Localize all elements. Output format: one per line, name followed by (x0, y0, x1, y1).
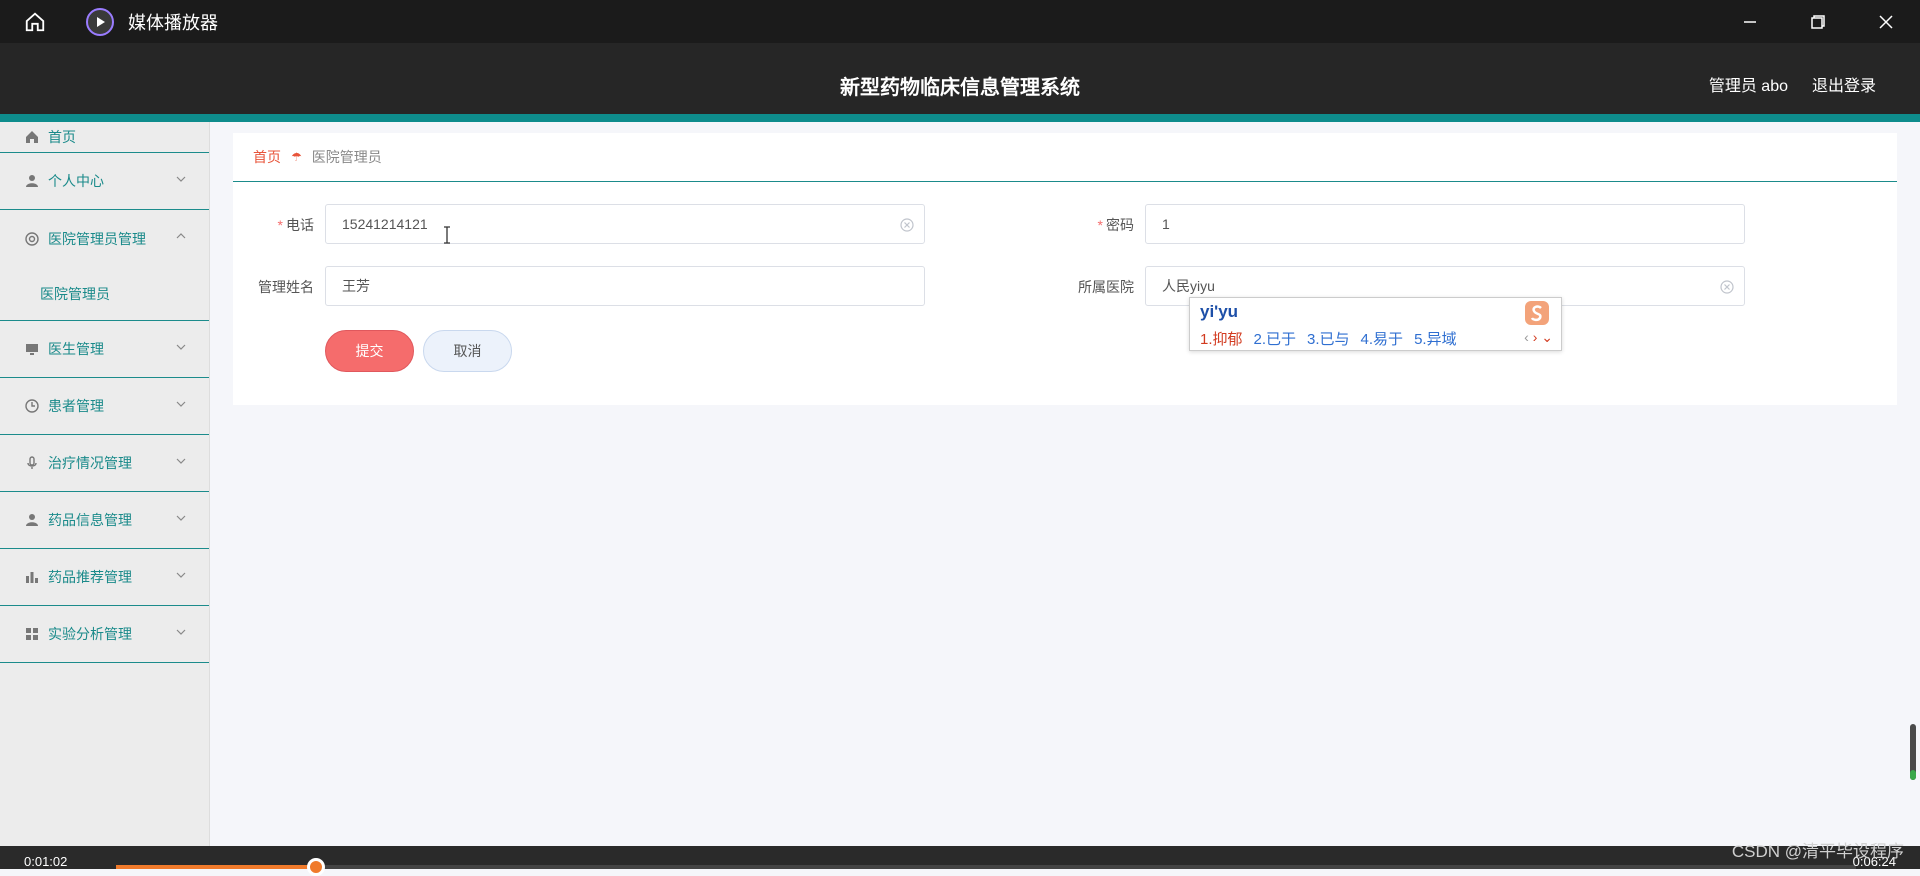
ime-candidate[interactable]: 3.已与 (1307, 331, 1350, 348)
app-title: 新型药物临床信息管理系统 (840, 77, 1080, 99)
sidebar-item-treatment-management[interactable]: 治疗情况管理 (0, 435, 209, 492)
chevron-down-icon (176, 629, 186, 635)
progress-track[interactable] (116, 858, 1856, 876)
ime-candidate-popup: yi'yu 1.抑郁 2.已于 3.已与 4.易于 5.异域 ‹ › ⌄ (1189, 297, 1562, 351)
current-time: 0:01:02 (24, 854, 68, 869)
window-controls (1716, 0, 1920, 43)
sidebar-item-doctor-management[interactable]: 医生管理 (0, 321, 209, 378)
current-user: 管理员 abo (1708, 78, 1788, 95)
restore-button[interactable] (1784, 0, 1852, 43)
lifebuoy-icon (24, 231, 40, 247)
player-logo-icon (86, 7, 114, 36)
breadcrumb: 首页 ☂ 医院管理员 (233, 133, 1897, 182)
sidebar: 首页 个人中心 医院管理员管理 医院管理员 医生管理 患者管理 治疗情况管理 药… (0, 122, 210, 846)
sidebar-item-label: 医生管理 (48, 341, 104, 357)
sidebar-item-experiment-analysis-management[interactable]: 实验分析管理 (0, 606, 209, 663)
sidebar-item-hospital-admin-management[interactable]: 医院管理员管理 (0, 210, 209, 267)
home-button[interactable] (0, 0, 70, 43)
header-accent-line (0, 114, 1920, 122)
monitor-icon (24, 341, 40, 357)
clock-icon (24, 398, 40, 414)
password-value: 1 (1162, 216, 1170, 232)
text-cursor-icon (444, 226, 450, 244)
name-value: 王芳 (342, 278, 370, 294)
progress-knob[interactable] (307, 858, 326, 876)
submit-button[interactable]: 提交 (325, 330, 414, 372)
chevron-down-icon (176, 515, 186, 521)
close-button[interactable] (1852, 0, 1920, 43)
chevron-down-icon (176, 344, 186, 350)
name-label: 管理姓名 (258, 279, 314, 295)
password-input[interactable]: 1 (1145, 204, 1745, 244)
phone-input[interactable]: 15241214121 (325, 204, 925, 244)
chevron-right-icon[interactable]: › (1533, 329, 1538, 345)
chevron-left-icon[interactable]: ‹ (1524, 329, 1529, 345)
sidebar-item-home[interactable]: 首页 (0, 122, 209, 153)
user-icon (24, 512, 40, 528)
ime-candidate[interactable]: 4.易于 (1361, 331, 1404, 348)
home-icon (25, 12, 45, 31)
microphone-icon (24, 455, 40, 471)
sidebar-subitem-label: 医院管理员 (40, 285, 110, 302)
minimize-icon (1744, 20, 1756, 23)
sidebar-item-personal-center[interactable]: 个人中心 (0, 153, 209, 210)
password-label: * 密码 (1097, 217, 1134, 233)
app-header: 新型药物临床信息管理系统 管理员 abo 退出登录 (0, 43, 1920, 122)
chevron-up-icon (176, 233, 186, 239)
hospital-label: 所属医院 (1078, 279, 1134, 295)
ime-candidates: 1.抑郁 2.已于 3.已与 4.易于 5.异域 (1200, 328, 1468, 349)
chevron-down-icon (176, 572, 186, 578)
ime-navigation: ‹ › ⌄ (1524, 329, 1553, 346)
phone-label: * 电话 (277, 217, 314, 233)
sidebar-item-label: 个人中心 (48, 173, 104, 189)
breadcrumb-current: 医院管理员 (311, 149, 382, 165)
chevron-down-icon (176, 176, 186, 182)
minimize-button[interactable] (1716, 0, 1784, 43)
hospital-value: 人民yiyu (1162, 278, 1215, 294)
ime-candidate[interactable]: 5.异域 (1414, 331, 1457, 348)
player-progress-bar: 0:01:02 0:06:24 (0, 846, 1920, 876)
sidebar-item-drug-info-management[interactable]: 药品信息管理 (0, 492, 209, 549)
bar-chart-icon (24, 569, 40, 585)
name-input[interactable]: 王芳 (325, 266, 925, 306)
clear-icon[interactable] (1720, 280, 1734, 294)
sidebar-item-label: 医院管理员管理 (48, 230, 146, 247)
ime-candidate[interactable]: 1.抑郁 (1200, 331, 1243, 348)
sidebar-item-label: 首页 (48, 129, 76, 145)
restore-icon (1811, 14, 1825, 29)
phone-value: 15241214121 (342, 216, 428, 232)
sidebar-item-patient-management[interactable]: 患者管理 (0, 378, 209, 435)
user-icon (24, 173, 40, 189)
sidebar-item-label: 患者管理 (48, 398, 104, 414)
sidebar-item-label: 药品推荐管理 (48, 569, 132, 585)
close-icon (1879, 14, 1893, 29)
sidebar-item-drug-recommend-management[interactable]: 药品推荐管理 (0, 549, 209, 606)
sidebar-item-label: 药品信息管理 (48, 512, 132, 528)
watermark: CSDN @清平毕设程序 (1731, 842, 1904, 861)
grid-icon (24, 626, 40, 642)
sidebar-item-label: 治疗情况管理 (48, 455, 132, 471)
sogou-logo-icon (1525, 301, 1549, 325)
sidebar-item-label: 实验分析管理 (48, 626, 132, 642)
player-title: 媒体播放器 (128, 12, 218, 33)
logout-link[interactable]: 退出登录 (1812, 72, 1876, 96)
clear-icon[interactable] (900, 218, 914, 232)
progress-fill (116, 865, 317, 869)
ime-candidate[interactable]: 2.已于 (1254, 331, 1297, 348)
breadcrumb-separator-icon: ☂ (291, 150, 302, 164)
sidebar-subitem-hospital-admin[interactable]: 医院管理员 (0, 267, 209, 321)
cancel-button[interactable]: 取消 (423, 330, 512, 372)
chevron-down-icon[interactable]: ⌄ (1541, 329, 1553, 345)
player-title-bar: 媒体播放器 (0, 0, 1920, 43)
ime-composition: yi'yu (1200, 302, 1239, 321)
chevron-down-icon (176, 401, 186, 407)
chevron-down-icon (176, 458, 186, 464)
home-icon (24, 129, 40, 145)
breadcrumb-home[interactable]: 首页 (253, 147, 281, 167)
scroll-indicator[interactable] (1910, 724, 1916, 780)
